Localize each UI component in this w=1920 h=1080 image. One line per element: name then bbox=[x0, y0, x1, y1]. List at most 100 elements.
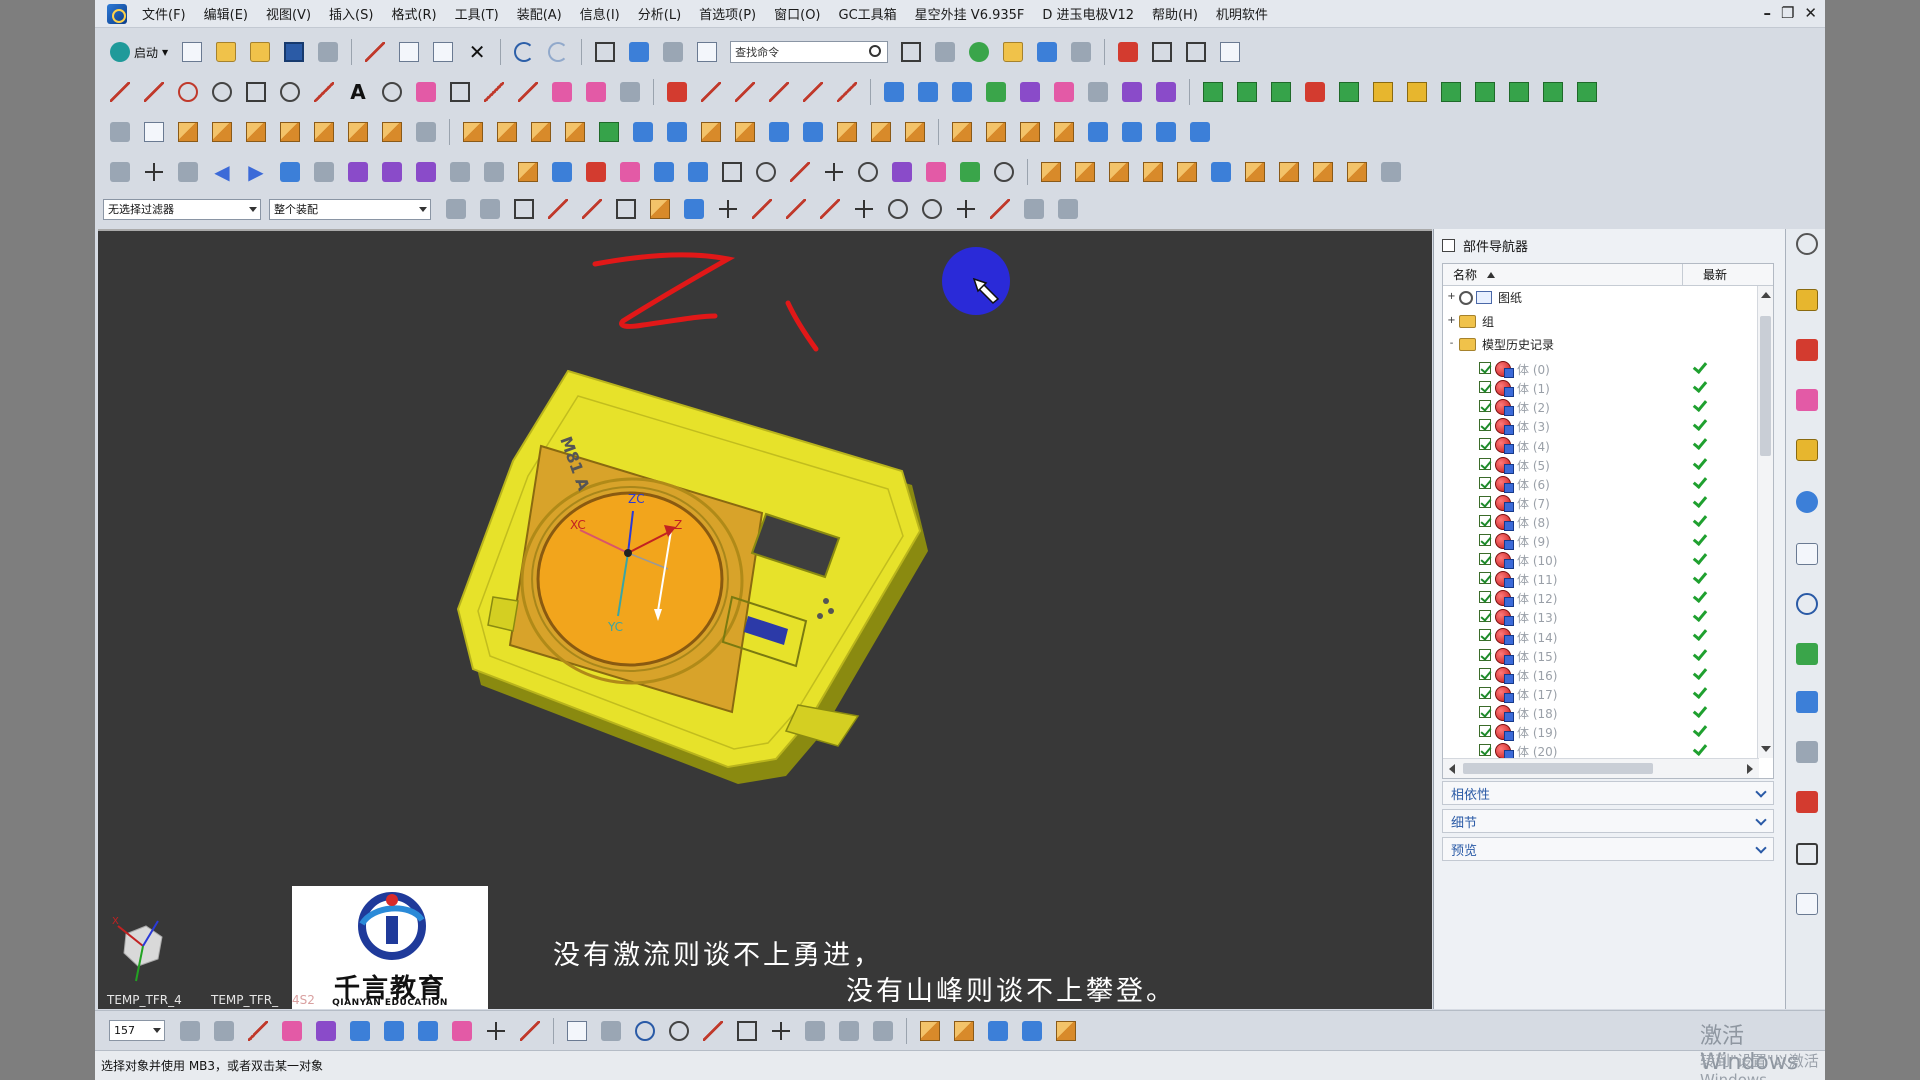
mold-part[interactable]: M81 A bbox=[456, 369, 928, 784]
sew-button[interactable] bbox=[1118, 78, 1146, 106]
mold-3-button[interactable] bbox=[1105, 158, 1133, 186]
shaded-button[interactable] bbox=[931, 38, 959, 66]
mirror-button[interactable] bbox=[1186, 118, 1214, 146]
mold-8-button[interactable] bbox=[1275, 158, 1303, 186]
nx-app-icon[interactable] bbox=[107, 3, 127, 24]
redo-button[interactable] bbox=[544, 38, 572, 66]
replace-face-button[interactable] bbox=[1084, 118, 1112, 146]
helix-button[interactable] bbox=[276, 78, 304, 106]
electrode-6-button[interactable] bbox=[684, 158, 712, 186]
menu-assembly[interactable]: 装配(A) bbox=[508, 4, 571, 23]
wcs-rotate-button[interactable] bbox=[312, 1017, 340, 1045]
wcs-origin-button[interactable] bbox=[278, 1017, 306, 1045]
clock-icon[interactable] bbox=[1796, 593, 1818, 615]
shell-button[interactable] bbox=[629, 118, 657, 146]
scroll-right-icon[interactable] bbox=[1747, 764, 1753, 774]
hole-button[interactable] bbox=[378, 118, 406, 146]
bounded-plane-button[interactable] bbox=[1084, 78, 1112, 106]
line-button[interactable] bbox=[106, 78, 134, 106]
polygon-select-button[interactable] bbox=[752, 158, 780, 186]
copy-button[interactable] bbox=[395, 38, 423, 66]
project-curve-button[interactable] bbox=[548, 78, 576, 106]
intersect-curve-button[interactable] bbox=[582, 78, 610, 106]
shaded-solid-button[interactable] bbox=[646, 195, 674, 223]
layer-settings-button[interactable] bbox=[176, 1017, 204, 1045]
move-face-button[interactable] bbox=[867, 118, 895, 146]
electrode-button[interactable] bbox=[514, 158, 542, 186]
sheet-button[interactable] bbox=[563, 1017, 591, 1045]
move-object-button[interactable] bbox=[659, 38, 687, 66]
role-tab-icon[interactable] bbox=[1796, 741, 1818, 763]
tree-feature-row[interactable]: 体 (22) bbox=[1443, 778, 1755, 779]
zoom-window-button[interactable] bbox=[897, 38, 925, 66]
edit-curve-button[interactable] bbox=[663, 78, 691, 106]
manufacturing-wizard-tab-icon[interactable] bbox=[1796, 791, 1818, 813]
snap-center-button[interactable] bbox=[884, 195, 912, 223]
arrow-left-button[interactable]: ◀ bbox=[208, 158, 236, 186]
mold-2-button[interactable] bbox=[1071, 158, 1099, 186]
plugin-4-button[interactable] bbox=[1301, 78, 1329, 106]
bottom-tool-2-button[interactable] bbox=[950, 1017, 978, 1045]
join-curve-button[interactable] bbox=[799, 78, 827, 106]
mold-1-button[interactable] bbox=[1037, 158, 1065, 186]
save-button[interactable] bbox=[280, 38, 308, 66]
bottom-tool-3-button[interactable] bbox=[984, 1017, 1012, 1045]
highlight-button[interactable] bbox=[922, 158, 950, 186]
menu-jinyu-electrode[interactable]: D 进玉电极V12 bbox=[1033, 4, 1143, 23]
navigator-horizontal-scrollbar[interactable] bbox=[1443, 758, 1759, 778]
feature-checkbox[interactable] bbox=[1479, 705, 1491, 718]
tree-node-group[interactable]: + 组 bbox=[1443, 309, 1755, 332]
scroll-thumb[interactable] bbox=[1463, 763, 1653, 774]
bottom-tool-1-button[interactable] bbox=[916, 1017, 944, 1045]
panel-preview[interactable]: 预览 bbox=[1442, 837, 1774, 861]
subtract-button[interactable] bbox=[378, 158, 406, 186]
n-sided-button[interactable] bbox=[982, 78, 1010, 106]
background-button[interactable] bbox=[1067, 38, 1095, 66]
swept-button[interactable] bbox=[948, 78, 976, 106]
select-all-button[interactable] bbox=[442, 195, 470, 223]
circle-tool-button[interactable] bbox=[665, 1017, 693, 1045]
combine-button[interactable] bbox=[561, 118, 589, 146]
select-face-button[interactable] bbox=[510, 195, 538, 223]
mold-6-button[interactable] bbox=[1207, 158, 1235, 186]
cone-button[interactable] bbox=[310, 118, 338, 146]
snap-end-button[interactable] bbox=[748, 195, 776, 223]
snap-view-button[interactable] bbox=[625, 38, 653, 66]
graphics-window[interactable]: M81 A XC ZC Z YC X 千言教育 QIANYAN EDUCATIO… bbox=[98, 229, 1432, 1009]
restore-icon[interactable]: ❐ bbox=[1781, 4, 1794, 22]
paste-button[interactable] bbox=[429, 38, 457, 66]
open-button[interactable] bbox=[212, 38, 240, 66]
select-body-button[interactable] bbox=[578, 195, 606, 223]
edge-blend-button[interactable] bbox=[697, 118, 725, 146]
selection-filter-dropdown[interactable]: 无选择过滤器 bbox=[103, 198, 261, 220]
record-button[interactable] bbox=[1114, 38, 1142, 66]
transform-button[interactable] bbox=[310, 158, 338, 186]
text-button[interactable]: A bbox=[344, 78, 372, 106]
hatch-button[interactable] bbox=[597, 1017, 625, 1045]
block-button[interactable] bbox=[242, 118, 270, 146]
part-navigator-tab-icon[interactable] bbox=[1796, 389, 1818, 411]
thicken-button[interactable] bbox=[799, 118, 827, 146]
assembly-scope-dropdown[interactable]: 整个装配 bbox=[269, 198, 431, 220]
menu-window[interactable]: 窗口(O) bbox=[765, 4, 829, 23]
synchronous-4-button[interactable] bbox=[1050, 118, 1078, 146]
arc-button[interactable] bbox=[174, 78, 202, 106]
plugin-11-button[interactable] bbox=[1539, 78, 1567, 106]
render-style-button[interactable] bbox=[965, 38, 993, 66]
scale-body-button[interactable] bbox=[833, 118, 861, 146]
plugin-1-button[interactable] bbox=[1199, 78, 1227, 106]
circle-button[interactable] bbox=[208, 78, 236, 106]
menu-analysis[interactable]: 分析(L) bbox=[629, 4, 690, 23]
electrode-3-button[interactable] bbox=[582, 158, 610, 186]
offset-curve-button[interactable] bbox=[412, 78, 440, 106]
plugin-9-button[interactable] bbox=[1471, 78, 1499, 106]
rect-select-button[interactable] bbox=[718, 158, 746, 186]
body-button[interactable] bbox=[344, 158, 372, 186]
feature-checkbox[interactable] bbox=[1479, 476, 1491, 489]
feature-checkbox[interactable] bbox=[1479, 533, 1491, 546]
navigator-tree[interactable]: 名称 最新 + 图纸 + 组 - 模型历史记录 体 (0) 体 (1) 体 (2) 体… bbox=[1442, 263, 1774, 779]
sphere-button[interactable] bbox=[344, 118, 372, 146]
cut-button[interactable] bbox=[361, 38, 389, 66]
feature-checkbox[interactable] bbox=[1479, 419, 1491, 432]
revolve-button[interactable] bbox=[208, 118, 236, 146]
